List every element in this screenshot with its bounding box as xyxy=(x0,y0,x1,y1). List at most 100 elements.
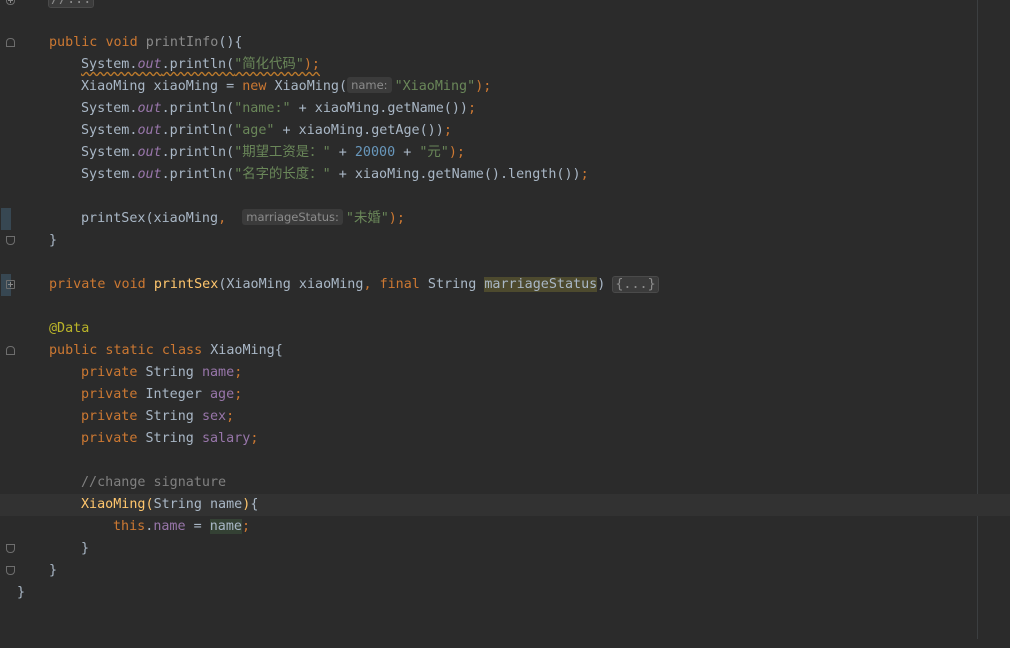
right-margin-guide xyxy=(977,0,978,639)
code-line[interactable]: private Integer age; xyxy=(0,384,977,406)
code-text: System. xyxy=(81,101,138,116)
keyword: private xyxy=(81,431,138,446)
code-line[interactable]: XiaoMing xiaoMing = new XiaoMing(name: "X… xyxy=(0,76,977,98)
code-text: ); xyxy=(303,57,320,72)
code-text: ); xyxy=(448,145,465,160)
parameter-name[interactable]: marriageStatus xyxy=(484,277,598,292)
parameter-hint: marriageStatus: xyxy=(242,209,343,225)
annotation: @Data xyxy=(49,321,90,336)
code-text: String xyxy=(419,277,485,292)
code-text: String xyxy=(153,497,210,512)
code-line[interactable]: this.name = name; xyxy=(0,516,977,538)
code-text: = xyxy=(185,519,210,534)
parameter-name[interactable]: name xyxy=(210,497,242,512)
code-text: } xyxy=(49,563,58,578)
keyword: private xyxy=(81,365,138,380)
code-text: (){ xyxy=(218,35,243,50)
code-line[interactable]: private String name; xyxy=(0,362,977,384)
code-text: ; xyxy=(468,101,477,116)
code-text: ); xyxy=(475,79,492,94)
keyword: private xyxy=(49,277,106,292)
code-line[interactable]: public void printInfo(){ xyxy=(0,32,977,54)
folded-region[interactable]: {...} xyxy=(612,276,659,293)
code-text: System. xyxy=(81,167,138,182)
code-text: ( xyxy=(145,497,154,512)
code-line[interactable]: System.out.println("name:" + xiaoMing.ge… xyxy=(0,98,977,120)
code-text: XiaoMing xiaoMing = xyxy=(81,79,243,94)
code-line[interactable]: System.out.println("age" + xiaoMing.getA… xyxy=(0,120,977,142)
code-line[interactable]: //... xyxy=(0,0,977,11)
keyword: private xyxy=(81,387,138,402)
keyword: void xyxy=(113,277,146,292)
current-code-line[interactable]: XiaoMing(String name){ xyxy=(0,494,1010,516)
field-name[interactable]: salary xyxy=(202,431,250,446)
parameter-reference[interactable]: name xyxy=(209,519,242,534)
code-text: (XiaoMing xiaoMing xyxy=(218,277,364,292)
code-line[interactable]: System.out.println("名字的长度：" + xiaoMing.g… xyxy=(0,164,977,186)
code-text: .println( xyxy=(161,123,235,138)
code-line[interactable]: @Data xyxy=(0,318,977,340)
string-literal: "简化代码" xyxy=(234,57,304,72)
code-editor[interactable]: //... public void printInfo(){ System.ou… xyxy=(0,0,1010,639)
code-line[interactable]: } xyxy=(0,582,977,604)
string-literal: "未婚" xyxy=(345,211,389,226)
code-text: + xiaoMing.getAge()) xyxy=(274,123,444,138)
code-line[interactable]: public static class XiaoMing{ xyxy=(0,340,977,362)
keyword: void xyxy=(105,35,138,50)
code-text: + xyxy=(330,145,355,160)
code-line[interactable]: System.out.println("简化代码"); xyxy=(0,54,977,76)
code-line[interactable]: } xyxy=(0,230,977,252)
keyword: public xyxy=(49,35,98,50)
field-name[interactable]: age xyxy=(210,387,234,402)
code-line[interactable]: //change signature xyxy=(0,472,977,494)
code-text: ; xyxy=(250,431,259,446)
static-field[interactable]: out xyxy=(137,123,161,138)
code-line[interactable]: } xyxy=(0,560,977,582)
string-literal: "age" xyxy=(234,123,275,138)
method-name[interactable]: printInfo xyxy=(146,35,219,50)
code-text: .println( xyxy=(161,101,235,116)
code-text: XiaoMing( xyxy=(266,79,348,94)
static-field[interactable]: out xyxy=(137,145,161,160)
code-text: } xyxy=(49,233,58,248)
keyword: new xyxy=(242,79,267,94)
code-text: , xyxy=(363,277,372,292)
code-line[interactable]: System.out.println("期望工资是：" + 20000 + "元… xyxy=(0,142,977,164)
number-literal: 20000 xyxy=(354,145,396,160)
code-text: + xyxy=(395,145,420,160)
code-text: ; xyxy=(226,409,235,424)
code-line[interactable]: printSex(xiaoMing, marriageStatus: "未婚"); xyxy=(0,208,977,230)
code-text: } xyxy=(17,585,26,600)
code-line[interactable]: private String sex; xyxy=(0,406,977,428)
code-text: .println( xyxy=(161,167,235,182)
field-name[interactable]: sex xyxy=(202,409,226,424)
parameter-hint: name: xyxy=(347,77,392,93)
code-text: ) xyxy=(597,277,614,292)
string-literal: "名字的长度：" xyxy=(234,167,331,182)
code-text: } xyxy=(81,541,90,556)
string-literal: "XiaoMing" xyxy=(394,79,476,94)
code-text: Integer xyxy=(137,387,210,402)
keyword: this xyxy=(113,519,146,534)
code-text: System. xyxy=(81,145,138,160)
code-text: XiaoMing{ xyxy=(202,343,283,358)
method-name[interactable]: printSex xyxy=(154,277,219,292)
folded-region[interactable]: //... xyxy=(47,0,95,8)
field-name[interactable]: name xyxy=(202,365,234,380)
code-text: String xyxy=(137,409,202,424)
static-field[interactable]: out xyxy=(137,167,161,182)
code-line[interactable]: private String salary; xyxy=(0,428,977,450)
code-text: ; xyxy=(242,519,251,534)
code-line[interactable]: } xyxy=(0,538,977,560)
code-text: ; xyxy=(234,387,243,402)
static-field[interactable]: out xyxy=(137,101,161,116)
string-literal: "期望工资是：" xyxy=(234,145,331,160)
code-text: + xiaoMing.getName().length()) xyxy=(330,167,581,182)
code-line[interactable]: private void printSex(XiaoMing xiaoMing,… xyxy=(0,274,977,296)
field-name[interactable]: name xyxy=(153,519,185,534)
code-text: .println( xyxy=(161,145,235,160)
code-text: String xyxy=(137,431,202,446)
code-text: System. xyxy=(81,57,138,72)
constructor-name[interactable]: XiaoMing xyxy=(81,497,146,512)
static-field[interactable]: out xyxy=(137,57,161,72)
